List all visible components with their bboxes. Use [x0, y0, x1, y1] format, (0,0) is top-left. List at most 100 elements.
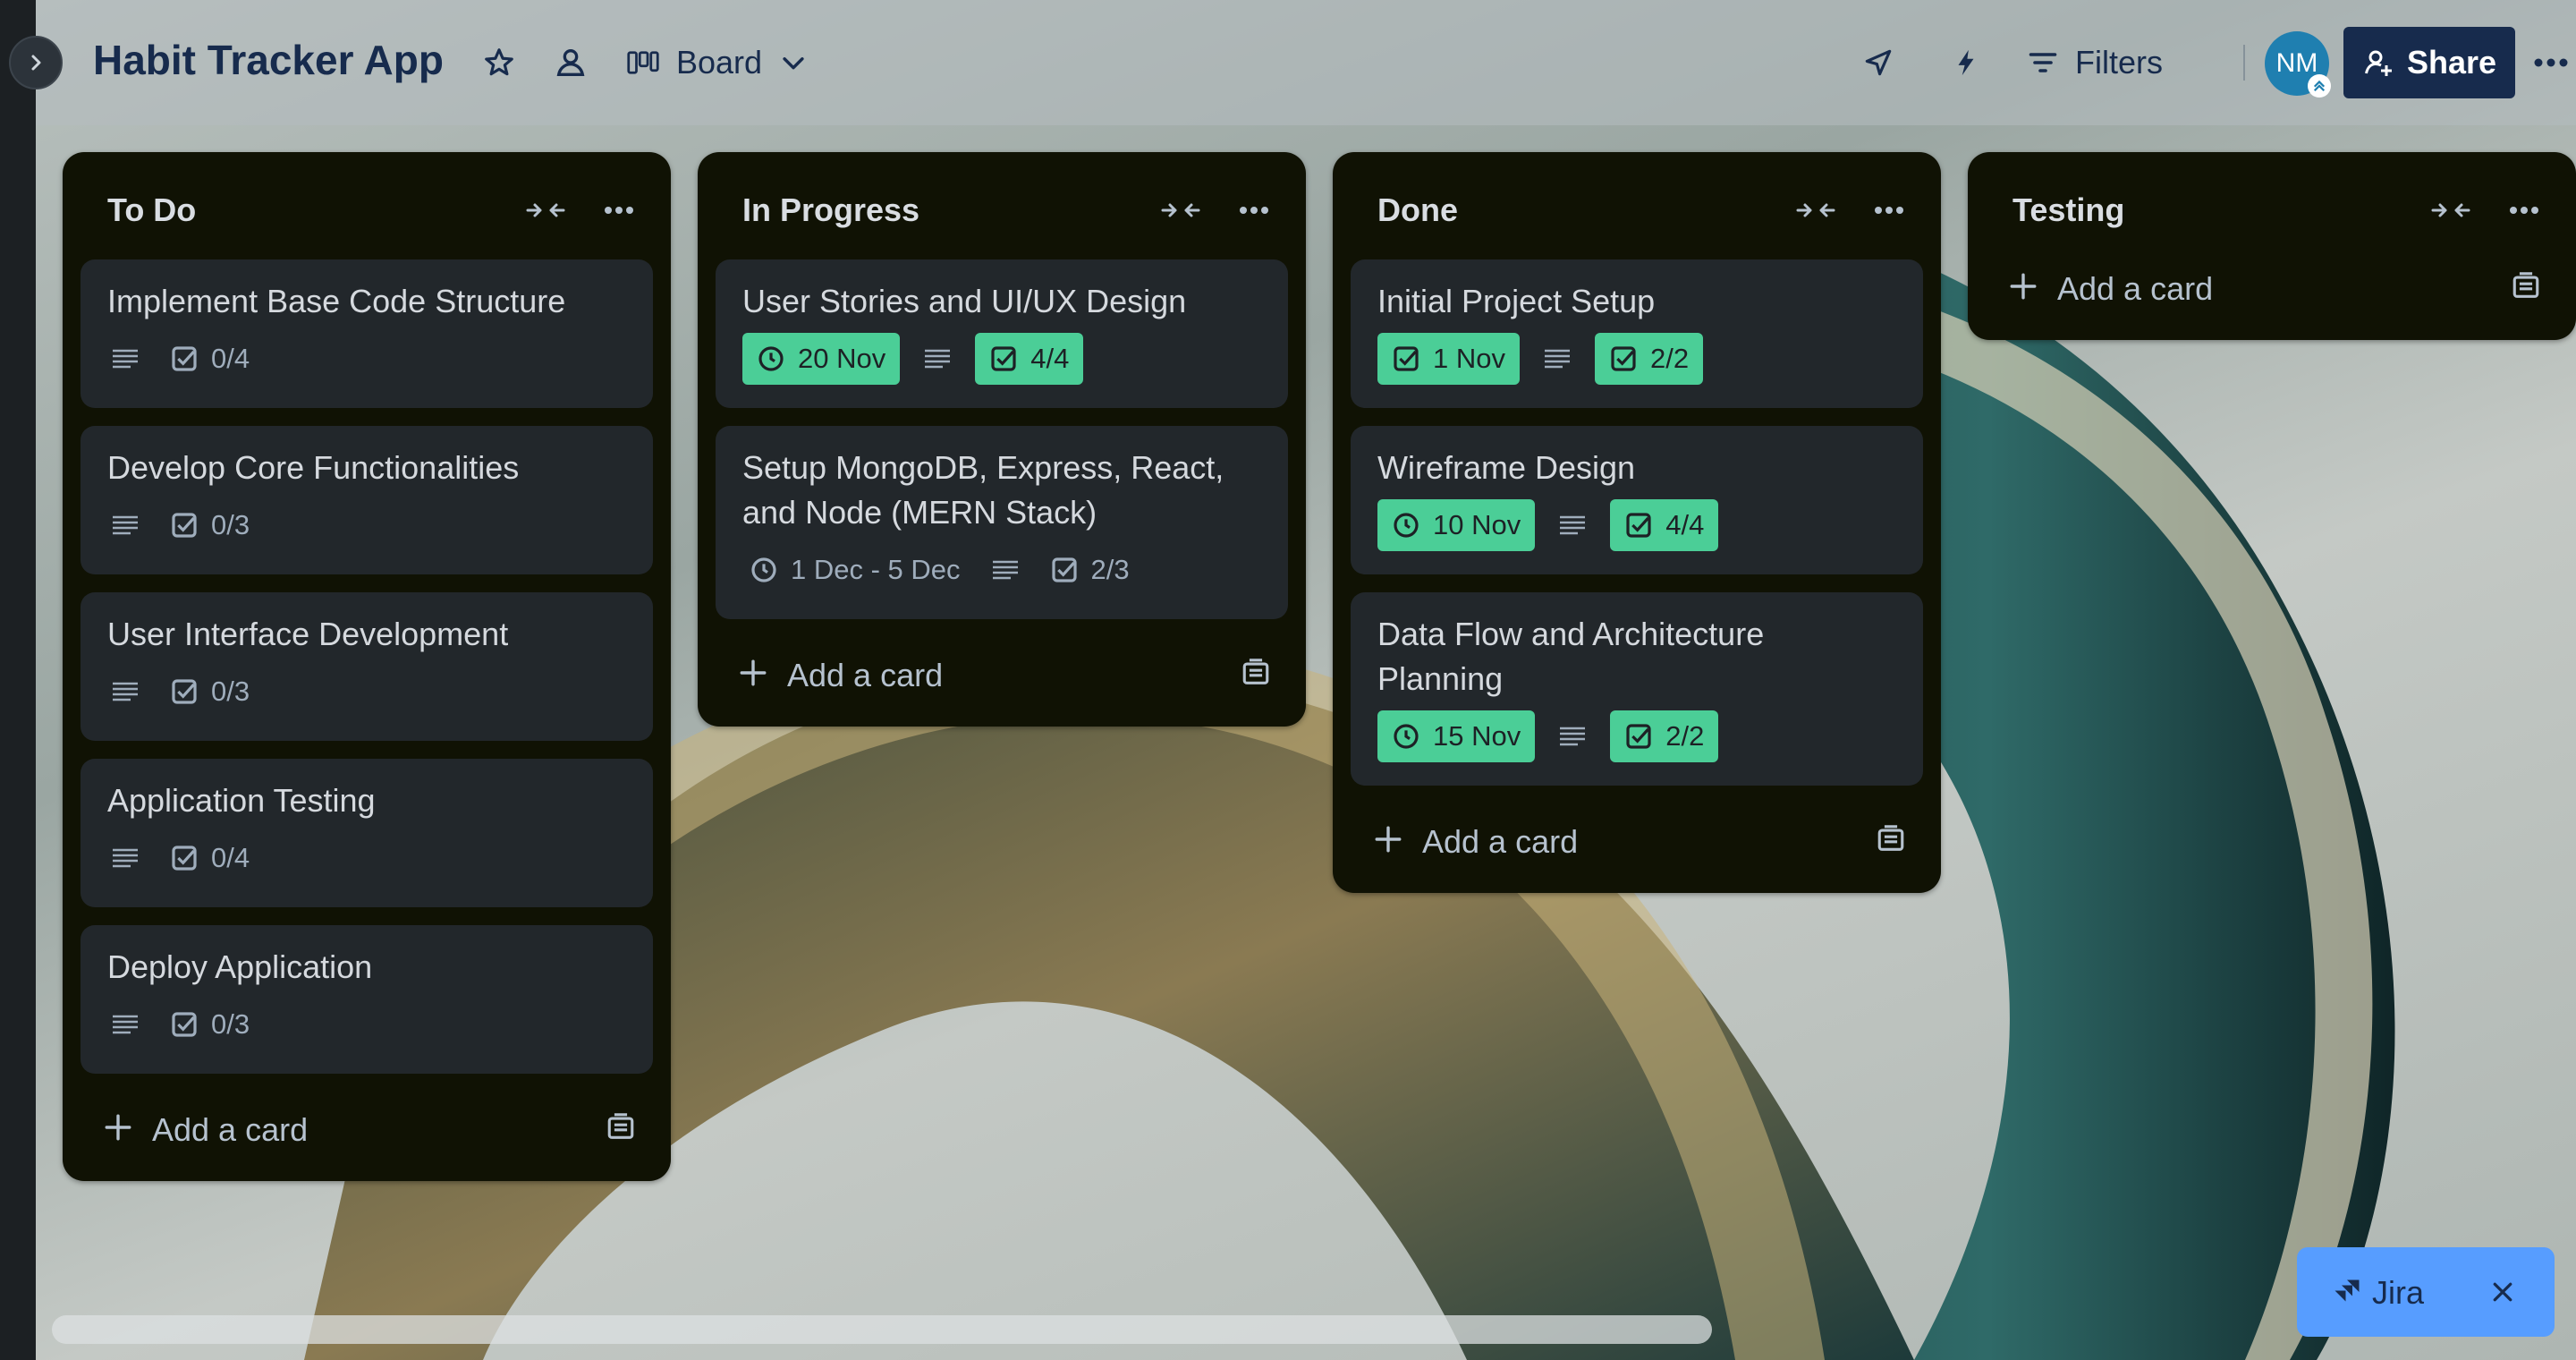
avatar-initials: NM [2275, 48, 2318, 78]
collapse-list-icon[interactable] [1791, 188, 1841, 233]
checklist-badge: 2/2 [1594, 333, 1704, 385]
checklist-count: 2/2 [1649, 343, 1690, 374]
list-title[interactable]: To Do [107, 191, 196, 229]
description-icon [1555, 499, 1590, 551]
jira-label: Jira [2372, 1274, 2425, 1311]
left-rail [0, 0, 36, 1360]
add-card-button[interactable]: Add a card [1333, 786, 1941, 893]
list-actions-icon[interactable] [594, 188, 644, 233]
admin-badge-icon [2308, 74, 2331, 98]
filters-button[interactable]: Filters [2027, 36, 2163, 89]
expand-sidebar-button[interactable] [9, 36, 63, 89]
clock-icon [751, 557, 776, 582]
collapse-list-icon[interactable] [1156, 188, 1206, 233]
chevron-down-icon [783, 57, 804, 70]
avatar[interactable]: NM [2265, 31, 2331, 98]
add-card-button[interactable]: Add a card [1968, 242, 2576, 340]
list-actions-icon[interactable] [1864, 188, 1914, 233]
chevron-right-icon [31, 55, 41, 71]
card[interactable]: Implement Base Code Structure 0/4 [80, 259, 653, 408]
card[interactable]: Data Flow and Architecture Planning 15 N… [1351, 592, 1923, 786]
automation-icon[interactable] [1939, 36, 1993, 89]
checklist-icon [172, 679, 197, 704]
checklist-icon [172, 513, 197, 538]
filters-label: Filters [2075, 44, 2163, 81]
clock-icon [758, 346, 784, 371]
plus-icon [98, 1108, 138, 1147]
clock-icon [1394, 513, 1419, 538]
description-icon [107, 999, 143, 1050]
list-title[interactable]: Done [1377, 191, 1458, 229]
list-actions-icon[interactable] [2499, 188, 2549, 233]
card-title: Develop Core Functionalities [107, 449, 520, 486]
add-card-label: Add a card [152, 1111, 309, 1148]
card[interactable]: Setup MongoDB, Express, React, and Node … [716, 426, 1288, 619]
more-menu-icon[interactable] [2524, 36, 2576, 89]
card[interactable]: Initial Project Setup 1 Nov 2/2 [1351, 259, 1923, 408]
checklist-count: 0/4 [211, 842, 250, 873]
power-ups-icon[interactable] [1852, 36, 1905, 89]
card[interactable]: Deploy Application 0/3 [80, 925, 653, 1074]
card-title: Deploy Application [107, 948, 373, 985]
due-date: 10 Nov [1433, 509, 1521, 540]
header-divider [2243, 45, 2245, 81]
add-card-button[interactable]: Add a card [698, 619, 1306, 727]
checklist-badge: 4/4 [975, 333, 1084, 385]
view-label: Board [676, 44, 763, 81]
board-view-icon [627, 51, 659, 74]
jira-popup[interactable]: Jira [2297, 1247, 2555, 1337]
filter-icon [2029, 53, 2057, 72]
due-date-badge[interactable]: 15 Nov [1377, 710, 1536, 762]
share-button[interactable]: Share [2343, 27, 2515, 98]
card-title: User Stories and UI/UX Design [742, 283, 1187, 319]
card-template-icon[interactable] [1238, 655, 1274, 691]
card[interactable]: User Interface Development 0/3 [80, 592, 653, 741]
board-header: Habit Tracker App Board Filters NM Share [36, 0, 2576, 125]
due-date-badge[interactable]: 1 Nov [1377, 333, 1520, 385]
card-title: Application Testing [107, 782, 376, 819]
clock-icon [1394, 724, 1419, 749]
checklist-badge: 0/4 [163, 832, 257, 884]
add-card-button[interactable]: Add a card [63, 1074, 671, 1181]
checklist-icon [1626, 724, 1651, 749]
collapse-list-icon[interactable] [521, 188, 571, 233]
close-icon[interactable] [2481, 1271, 2524, 1313]
checklist-badge: 4/4 [1610, 499, 1719, 551]
checklist-count: 4/4 [1665, 509, 1705, 540]
card-template-icon[interactable] [1873, 821, 1909, 857]
card[interactable]: Application Testing 0/4 [80, 759, 653, 907]
checklist-icon [172, 1012, 197, 1037]
list-title[interactable]: Testing [2012, 191, 2124, 229]
checklist-badge: 0/3 [163, 999, 257, 1050]
due-date-badge[interactable]: 10 Nov [1377, 499, 1536, 551]
date-range-badge[interactable]: 1 Dec - 5 Dec [742, 544, 968, 596]
card[interactable]: User Stories and UI/UX Design 20 Nov 4/4 [716, 259, 1288, 408]
add-member-icon [2364, 50, 2392, 76]
due-date-badge[interactable]: 20 Nov [742, 333, 901, 385]
checklist-count: 4/4 [1030, 343, 1070, 374]
list-title[interactable]: In Progress [742, 191, 919, 229]
list-actions-icon[interactable] [1229, 188, 1279, 233]
checklist-icon [991, 346, 1016, 371]
visibility-icon[interactable] [544, 36, 597, 89]
card-template-icon[interactable] [603, 1109, 639, 1145]
card-title: User Interface Development [107, 616, 509, 652]
view-switcher[interactable]: Board [626, 36, 809, 89]
card[interactable]: Wireframe Design 10 Nov 4/4 [1351, 426, 1923, 574]
card[interactable]: Develop Core Functionalities 0/3 [80, 426, 653, 574]
star-icon[interactable] [472, 36, 526, 89]
share-label: Share [2406, 44, 2497, 81]
card-template-icon[interactable] [2508, 268, 2544, 304]
checklist-icon [172, 346, 197, 371]
card-title: Wireframe Design [1377, 449, 1636, 486]
plus-icon [1368, 820, 1408, 859]
description-icon [107, 832, 143, 884]
collapse-list-icon[interactable] [2426, 188, 2476, 233]
checklist-count: 2/2 [1665, 720, 1705, 752]
description-icon [107, 333, 143, 385]
checklist-count: 2/3 [1090, 554, 1130, 585]
board-title[interactable]: Habit Tracker App [93, 36, 444, 84]
card-title: Initial Project Setup [1377, 283, 1656, 319]
jira-logo-icon [2329, 1274, 2365, 1310]
horizontal-scrollbar[interactable] [52, 1315, 1712, 1344]
